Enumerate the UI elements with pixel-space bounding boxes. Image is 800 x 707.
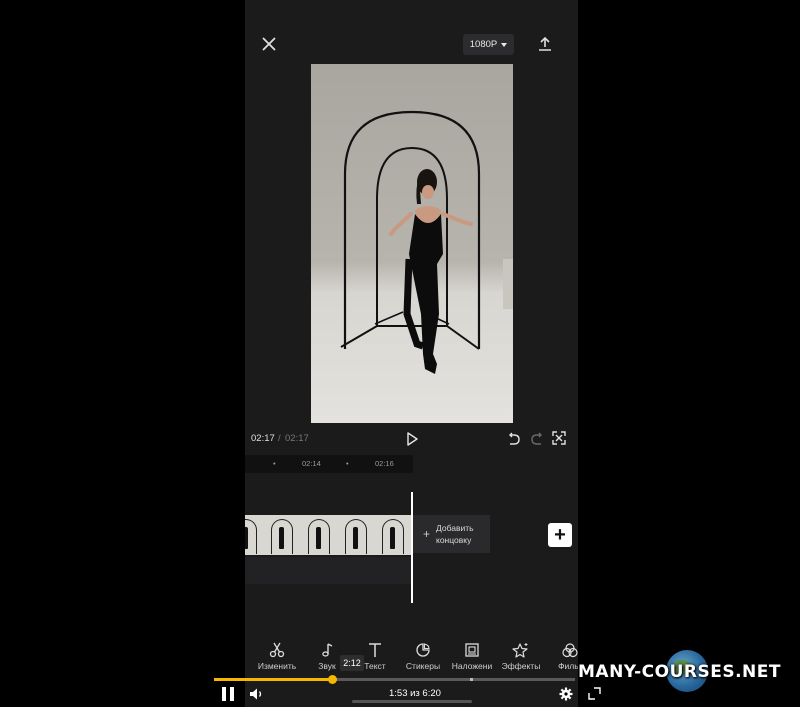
playback-controls: 02:17 / 02:17 — [245, 428, 578, 450]
video-clip-track[interactable] — [245, 515, 411, 555]
sticker-icon — [416, 643, 430, 657]
clip-thumbnail — [300, 515, 337, 555]
expand-icon[interactable] — [588, 687, 601, 700]
tool-label: Наложени — [451, 661, 493, 671]
ruler-tick: • — [346, 459, 349, 468]
player-progress-handle[interactable] — [328, 675, 337, 684]
total-time: 02:17 — [285, 433, 309, 444]
clip-thumbnail — [337, 515, 374, 555]
undo-icon[interactable] — [507, 431, 521, 445]
current-time: 02:17 — [251, 433, 275, 444]
chapter-marker — [470, 678, 473, 681]
clip-thumbnail — [245, 515, 263, 555]
editor-toolbar: Изменить Звук Текст Стикеры Наложени Эфф… — [245, 640, 578, 675]
tool-stickers[interactable]: Стикеры — [398, 640, 448, 671]
pause-icon[interactable] — [222, 687, 234, 701]
watermark-text: MANY-COURSES.NET — [578, 662, 781, 682]
music-note-icon — [322, 643, 333, 657]
settings-gear-icon[interactable] — [559, 687, 573, 701]
export-upload-icon[interactable] — [536, 35, 554, 53]
tool-label: Стикеры — [405, 661, 441, 671]
seek-hover-time: 2:12 — [340, 655, 364, 671]
tool-filters[interactable]: Фильт — [545, 640, 578, 671]
ruler-tick: • — [273, 459, 276, 468]
tool-label: Текст — [364, 661, 386, 671]
tool-label: Эффекты — [501, 661, 541, 671]
tool-overlay[interactable]: Наложени — [447, 640, 497, 671]
video-frame-image — [340, 110, 513, 374]
caret-down-icon — [501, 42, 508, 47]
clip-thumbnail — [263, 515, 300, 555]
tool-effects[interactable]: Эффекты — [496, 640, 546, 671]
timeline-ruler[interactable]: • 02:14 • 02:16 — [245, 455, 413, 473]
filter-icon — [562, 643, 578, 658]
audio-track-area[interactable] — [245, 557, 411, 584]
resolution-label: 1080P — [469, 39, 498, 50]
play-icon[interactable] — [404, 431, 420, 447]
ruler-tick-label: 02:16 — [375, 459, 394, 468]
player-time-label: 1:53 из 6:20 — [389, 688, 441, 699]
tool-label: Фильт — [558, 661, 578, 671]
time-separator: / — [278, 433, 281, 444]
ruler-tick-label: 02:14 — [302, 459, 321, 468]
home-indicator — [352, 700, 472, 703]
clip-thumbnail — [374, 515, 411, 555]
tool-edit[interactable]: Изменить — [252, 640, 302, 671]
plus-icon: + — [423, 527, 431, 541]
timeline-playhead[interactable] — [411, 492, 413, 603]
fullscreen-icon[interactable] — [552, 431, 566, 445]
redo-icon[interactable] — [530, 431, 544, 445]
player-progress-fill — [214, 678, 332, 681]
add-clip-button[interactable]: + — [548, 523, 572, 547]
close-icon[interactable] — [259, 34, 279, 54]
video-editor-screen: 1080P 02:17 / 02:17 • 02:14 • 02:16 + До… — [245, 0, 578, 707]
volume-icon[interactable] — [249, 687, 265, 701]
add-ending-button[interactable]: + Добавить концовку — [413, 515, 490, 553]
add-ending-label: Добавить концовку — [436, 523, 474, 545]
scissors-icon — [269, 642, 285, 658]
overlay-icon — [465, 643, 479, 657]
tool-label: Изменить — [257, 661, 297, 671]
tool-label: Звук — [318, 661, 336, 671]
effects-star-icon — [512, 643, 528, 658]
video-preview[interactable] — [311, 64, 513, 423]
text-icon — [369, 643, 381, 657]
resolution-dropdown[interactable]: 1080P — [463, 34, 514, 55]
